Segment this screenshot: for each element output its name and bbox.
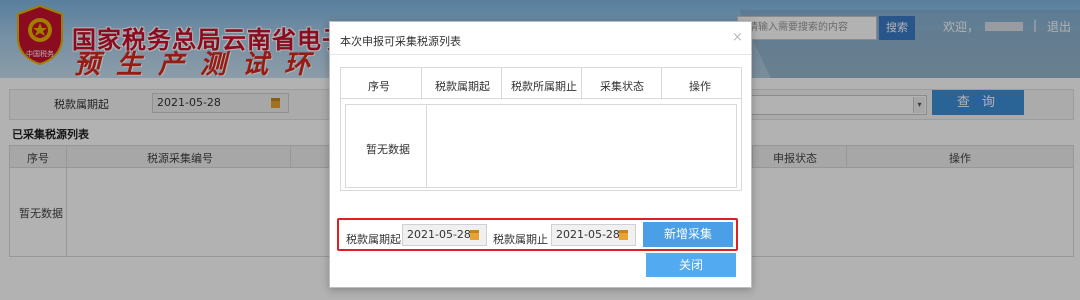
calendar-icon[interactable]	[470, 230, 479, 240]
column-divider	[501, 68, 502, 99]
calendar-icon[interactable]	[619, 230, 628, 240]
period-start-date-field[interactable]: 2021-05-28	[402, 224, 487, 246]
column-divider	[581, 68, 582, 99]
column-header-period-start: 税款属期起	[435, 80, 490, 93]
source-list-dialog: 本次申报可采集税源列表 × 序号 税款属期起 税款所属期止 采集状态 操作 暂无…	[329, 21, 752, 288]
period-end-label: 税款属期止	[493, 233, 548, 246]
column-header-period-end: 税款所属期止	[511, 80, 577, 93]
period-start-value: 2021-05-28	[407, 228, 471, 241]
period-end-value: 2021-05-28	[556, 228, 620, 241]
empty-state-text: 暂无数据	[366, 143, 410, 156]
dialog-divider	[330, 54, 751, 55]
table-header: 序号 税款属期起 税款所属期止 采集状态 操作	[341, 68, 741, 99]
available-source-table: 序号 税款属期起 税款所属期止 采集状态 操作 暂无数据	[340, 67, 742, 191]
add-collection-button[interactable]: 新增采集	[643, 222, 733, 247]
column-header-action: 操作	[689, 80, 711, 93]
period-start-label: 税款属期起	[346, 233, 401, 246]
column-divider	[426, 105, 427, 187]
column-divider	[421, 68, 422, 99]
close-icon[interactable]: ×	[732, 30, 743, 45]
column-header-collect-status: 采集状态	[600, 80, 644, 93]
column-header-index: 序号	[368, 80, 390, 93]
table-body: 暂无数据	[345, 104, 737, 188]
close-button[interactable]: 关闭	[646, 253, 736, 277]
dialog-title: 本次申报可采集税源列表	[340, 35, 461, 48]
column-divider	[661, 68, 662, 99]
period-end-date-field[interactable]: 2021-05-28	[551, 224, 636, 246]
add-collection-form: 税款属期起 2021-05-28 税款属期止 2021-05-28 新增采集	[337, 218, 738, 251]
